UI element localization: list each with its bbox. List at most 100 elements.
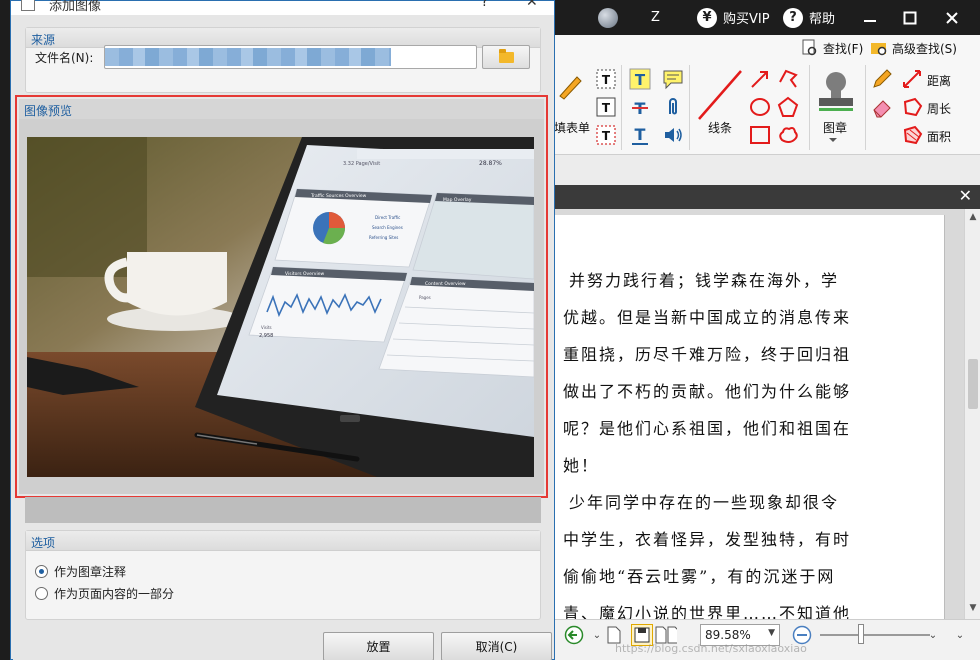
line-tool-icon[interactable] xyxy=(697,69,743,121)
perimeter-label: 周长 xyxy=(927,102,952,116)
zoom-slider-track[interactable] xyxy=(820,634,930,636)
doc-line: 呢？是他们心系祖国，他们和祖国在 xyxy=(563,419,852,438)
svg-text:T: T xyxy=(602,101,611,115)
zoom-value: 89.58% xyxy=(705,628,751,642)
ellipse-tool-icon[interactable] xyxy=(749,96,771,118)
buy-vip-button[interactable]: ¥ 购买VIP xyxy=(697,0,770,35)
browse-button[interactable] xyxy=(482,45,530,69)
area-label: 面积 xyxy=(927,130,952,144)
callout-icon[interactable]: T xyxy=(595,124,617,146)
document-view[interactable]: 并努力践行着；钱学森在海外，学 优越。但是当新中国成立的消息传来 重阻挠，历尽千… xyxy=(555,209,980,623)
doc-line: 中学生，衣着怪异，发型独特，有时 xyxy=(563,530,852,549)
maximize-icon xyxy=(903,11,917,24)
buy-vip-label: 购买VIP xyxy=(723,12,770,27)
stamp-icon[interactable] xyxy=(813,68,859,114)
ribbon-separator xyxy=(865,65,866,150)
preview-image xyxy=(27,137,534,477)
filename-label: 文件名(N): xyxy=(35,51,94,65)
z-menu[interactable]: Z xyxy=(651,0,660,35)
close-window-button[interactable] xyxy=(932,0,972,35)
scroll-down-icon[interactable]: ▼ xyxy=(968,603,978,613)
underline-icon[interactable]: T xyxy=(629,124,651,146)
dialog-app-icon xyxy=(21,0,35,11)
typewriter-icon[interactable]: T xyxy=(629,68,651,90)
zoom-slider-thumb[interactable] xyxy=(858,624,864,644)
radio-unselected-icon[interactable] xyxy=(35,587,48,600)
ribbon-separator xyxy=(621,65,622,150)
rectangle-tool-icon[interactable] xyxy=(749,124,771,146)
chevron-down-icon[interactable]: ⌄ xyxy=(922,624,944,646)
polygon-tool-icon[interactable] xyxy=(777,96,799,118)
chevron-down-icon: ▼ xyxy=(768,628,775,638)
close-icon xyxy=(946,11,958,24)
scroll-thumb[interactable] xyxy=(968,359,978,409)
strikeout-icon[interactable]: T xyxy=(629,96,651,118)
preview-bottom-strip xyxy=(25,497,541,523)
polyline-tool-icon[interactable] xyxy=(777,68,799,90)
form-label: 填表单 xyxy=(554,121,591,135)
area-icon[interactable] xyxy=(901,124,923,146)
arrow-tool-icon[interactable] xyxy=(749,68,771,90)
pen-form-icon[interactable] xyxy=(555,71,585,101)
chevron-down-icon[interactable] xyxy=(827,135,839,145)
svg-text:T: T xyxy=(635,71,646,89)
filename-input[interactable] xyxy=(104,45,477,69)
advanced-find-button[interactable]: 高级查找(S) xyxy=(870,39,957,57)
pencil-icon[interactable] xyxy=(871,68,893,90)
close-document-icon[interactable]: ✕ xyxy=(959,186,972,205)
back-button[interactable] xyxy=(563,624,585,646)
option-as-content[interactable]: 作为页面内容的一部分 xyxy=(35,585,174,602)
help-dialog-icon[interactable]: ? xyxy=(481,0,488,10)
eraser-icon[interactable] xyxy=(871,96,893,118)
option-as-stamp-label: 作为图章注释 xyxy=(54,565,127,579)
preview-group-title: 图像预览 xyxy=(19,99,544,119)
svg-text:T: T xyxy=(602,129,611,143)
find-button[interactable]: 查找(F) xyxy=(801,39,863,57)
text-box-icon[interactable]: T xyxy=(595,96,617,118)
z-label: Z xyxy=(651,10,660,25)
radio-selected-icon[interactable] xyxy=(35,565,48,578)
cancel-button-label: 取消(C) xyxy=(475,640,518,654)
maximize-button[interactable] xyxy=(890,0,930,35)
line-label: 线条 xyxy=(708,121,733,135)
save-icon xyxy=(634,627,650,643)
scroll-up-icon[interactable]: ▲ xyxy=(968,212,978,222)
skin-globe-button[interactable] xyxy=(598,0,618,35)
dialog-body: 来源 文件名(N): 图像预览 3.32 Page/Visit 28.87% T… xyxy=(13,15,552,660)
dialog-title: 添加图像 xyxy=(49,0,102,14)
globe-icon xyxy=(598,7,618,28)
close-dialog-icon[interactable]: ✕ xyxy=(526,0,538,10)
cancel-button[interactable]: 取消(C) xyxy=(441,632,552,660)
doc-line: 并努力践行着；钱学森在海外，学 xyxy=(569,271,840,290)
help-icon: ? xyxy=(783,7,803,28)
vertical-scrollbar[interactable]: ▲ ▼ xyxy=(964,209,980,619)
help-button[interactable]: ? 帮助 xyxy=(783,0,835,35)
doc-line: 少年同学中存在的一些现象却很令 xyxy=(569,493,840,512)
sound-icon[interactable] xyxy=(662,124,684,146)
attach-icon[interactable] xyxy=(662,96,684,118)
options-group-title: 选项 xyxy=(26,531,540,551)
folder-icon xyxy=(498,48,514,63)
distance-label: 距离 xyxy=(927,74,952,88)
document-tab-bar: ✕ xyxy=(555,185,980,209)
doc-line: 做出了不朽的贡献。他们为什么能够 xyxy=(563,382,852,401)
chevron-down-icon[interactable]: ⌄ xyxy=(949,624,971,646)
window-edge xyxy=(0,0,10,660)
perimeter-icon[interactable] xyxy=(901,96,923,118)
help-label: 帮助 xyxy=(809,12,836,27)
distance-icon[interactable] xyxy=(901,68,923,90)
yen-icon: ¥ xyxy=(697,7,717,28)
find-icon xyxy=(802,39,817,56)
option-as-stamp[interactable]: 作为图章注释 xyxy=(35,563,126,580)
doc-line: 优越。但是当新中国成立的消息传来 xyxy=(563,308,852,327)
watermark-text: https://blog.csdn.net/sxiaoxiaoxiao xyxy=(615,642,807,655)
minimize-icon xyxy=(864,19,876,22)
add-image-dialog: 添加图像 ? ✕ 来源 文件名(N): 图像预览 3.32 Page/Visit… xyxy=(10,0,555,660)
note-icon[interactable] xyxy=(662,68,684,90)
doc-line: 重阻挠，历尽千难万险，终于回归祖 xyxy=(563,345,852,364)
text-field-icon[interactable]: T xyxy=(595,68,617,90)
back-arrow-icon xyxy=(564,625,584,645)
place-button[interactable]: 放置 xyxy=(323,632,434,660)
minimize-button[interactable] xyxy=(850,0,890,35)
cloud-tool-icon[interactable] xyxy=(777,124,799,146)
